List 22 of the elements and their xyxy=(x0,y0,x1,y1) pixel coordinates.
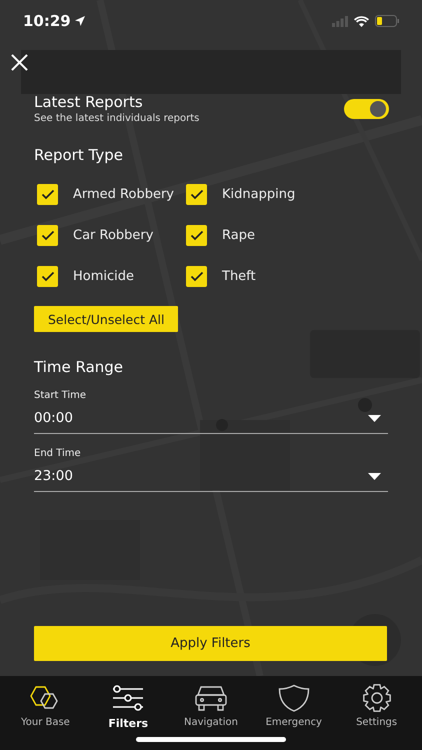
tab[interactable]: Emergency xyxy=(252,676,336,750)
time-dropdown[interactable]: 23:00 xyxy=(34,461,388,492)
section-title: Report Type xyxy=(34,146,124,164)
checkbox-label: Car Robbery xyxy=(73,228,154,242)
section-title: Time Range xyxy=(34,358,124,376)
field-label: Start Time xyxy=(34,390,88,401)
section-subtitle: See the latest individuals reports xyxy=(34,113,200,124)
status-time: 10:29 xyxy=(23,12,71,30)
time-dropdown[interactable]: 00:00 xyxy=(34,403,388,434)
select-all-button[interactable]: Select/Unselect All xyxy=(34,306,178,332)
checkbox-label: Homicide xyxy=(73,268,134,284)
checkbox-label: Rape xyxy=(222,228,255,242)
apply-filters-button[interactable]: Apply Filters xyxy=(34,626,387,661)
section-title: Latest Reports xyxy=(34,93,144,111)
tab[interactable]: Filters xyxy=(86,676,170,750)
tab[interactable]: Navigation xyxy=(170,676,252,750)
checkbox-label: Theft xyxy=(222,268,256,284)
checkbox-label: Kidnapping xyxy=(222,186,296,202)
checkbox-label: Armed Robbery xyxy=(73,186,174,202)
field-label: End Time xyxy=(34,448,82,459)
tab[interactable]: Your Base xyxy=(4,676,87,750)
tab[interactable]: Settings xyxy=(335,676,418,750)
